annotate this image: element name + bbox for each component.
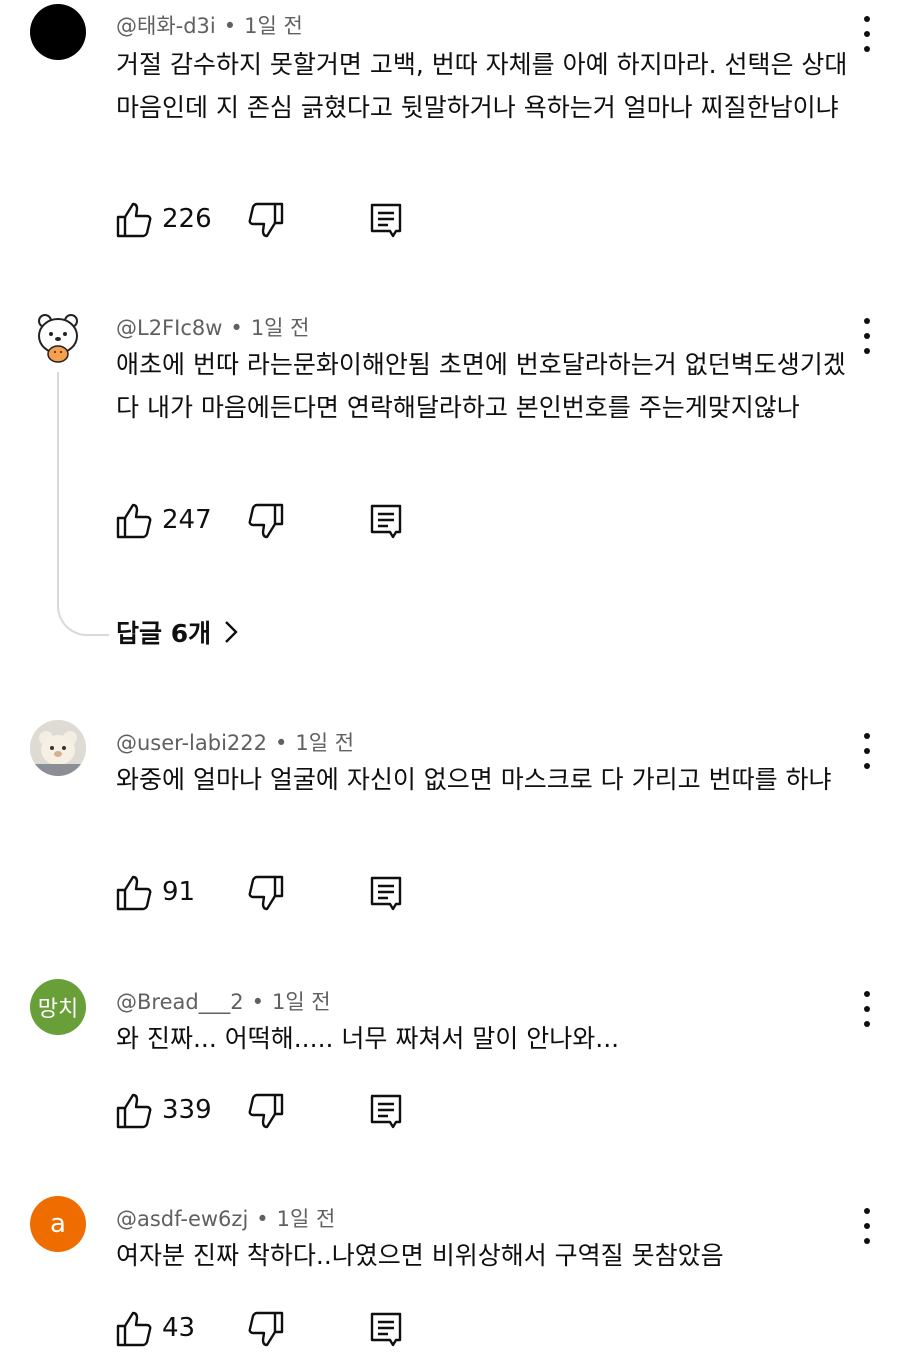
author-name[interactable]: @asdf-ew6zj — [116, 1207, 248, 1231]
like-count: 226 — [162, 204, 212, 234]
thumbs-up-icon[interactable] — [114, 1091, 154, 1131]
thumbs-down-icon[interactable] — [246, 873, 286, 913]
author-name[interactable]: @Bread___2 — [116, 990, 244, 1014]
thread-line — [57, 372, 109, 636]
separator-dot: • — [275, 731, 288, 755]
reply-icon[interactable] — [366, 501, 406, 541]
comment-text: 여자분 진짜 착하다..나였으면 비위상해서 구역질 못참았음 — [116, 1241, 724, 1270]
separator-dot: • — [230, 316, 243, 340]
reply-icon[interactable] — [366, 873, 406, 913]
reply-icon[interactable] — [366, 1309, 406, 1349]
more-vert-icon[interactable] — [856, 733, 878, 769]
comment-actions: 247 — [114, 501, 414, 541]
author-name[interactable]: @L2FIc8w — [116, 316, 222, 340]
chevron-right-icon — [225, 621, 238, 643]
comment-actions: 91 — [114, 873, 414, 913]
more-vert-icon[interactable] — [856, 318, 878, 354]
more-vert-icon[interactable] — [856, 16, 878, 52]
comment-text: 와중에 얼마나 얼굴에 자신이 없으면 마스크로 다 가리고 번따를 하냐 — [116, 765, 832, 794]
like-count: 247 — [162, 505, 212, 535]
plush-photo — [30, 720, 86, 776]
comment-text: 와 진짜... 어떡해..... 너무 짜쳐서 말이 안나와... — [116, 1024, 620, 1053]
thumbs-up-icon[interactable] — [114, 873, 154, 913]
thumbs-down-icon[interactable] — [246, 1309, 286, 1349]
like-count: 91 — [162, 877, 196, 907]
reply-icon[interactable] — [366, 200, 406, 240]
avatar-letter: a — [50, 1209, 66, 1239]
comment-meta: @user-labi222 • 1일 전 — [116, 727, 354, 757]
thumbs-up-icon[interactable] — [114, 200, 154, 240]
comment-text: 애초에 번따 라는문화이해안됨 초면에 번호달라하는거 없던벽도생기겠다 내가 … — [116, 350, 846, 422]
comment-meta: @L2FIc8w • 1일 전 — [116, 312, 310, 342]
replies-button[interactable]: 답글 6개 — [116, 614, 239, 650]
avatar[interactable]: 망치 — [30, 979, 86, 1035]
reply-icon[interactable] — [366, 1091, 406, 1131]
avatar[interactable] — [30, 720, 86, 776]
avatar-letter: 망치 — [37, 997, 79, 1022]
like-count: 43 — [162, 1313, 196, 1343]
comment-meta: @Bread___2 • 1일 전 — [116, 986, 331, 1016]
separator-dot: • — [251, 990, 264, 1014]
thumbs-down-icon[interactable] — [246, 1091, 286, 1131]
timestamp[interactable]: 1일 전 — [277, 1207, 336, 1231]
comment-meta: @asdf-ew6zj • 1일 전 — [116, 1203, 335, 1233]
more-vert-icon[interactable] — [856, 1208, 878, 1244]
like-count: 339 — [162, 1095, 212, 1125]
author-name[interactable]: @태화-d3i — [116, 14, 216, 38]
comment-text: 거절 감수하지 못할거면 고백, 번따 자체를 아예 하지마라. 선택은 상대 … — [116, 50, 848, 122]
thumbs-down-icon[interactable] — [246, 200, 286, 240]
comment-actions: 226 — [114, 200, 414, 240]
replies-label: 답글 6개 — [116, 619, 212, 648]
comment-meta: @태화-d3i • 1일 전 — [116, 10, 303, 40]
comment-actions: 43 — [114, 1309, 414, 1349]
timestamp[interactable]: 1일 전 — [244, 14, 303, 38]
timestamp[interactable]: 1일 전 — [272, 990, 331, 1014]
separator-dot: • — [256, 1207, 269, 1231]
comment-actions: 339 — [114, 1091, 414, 1131]
thumbs-down-icon[interactable] — [246, 501, 286, 541]
bear-icon — [38, 314, 78, 363]
author-name[interactable]: @user-labi222 — [116, 731, 267, 755]
timestamp[interactable]: 1일 전 — [295, 731, 354, 755]
avatar[interactable] — [30, 4, 86, 60]
more-vert-icon[interactable] — [856, 991, 878, 1027]
thumbs-up-icon[interactable] — [114, 1309, 154, 1349]
avatar[interactable]: a — [30, 1196, 86, 1252]
separator-dot: • — [223, 14, 237, 38]
thumbs-up-icon[interactable] — [114, 501, 154, 541]
avatar[interactable] — [30, 308, 86, 364]
timestamp[interactable]: 1일 전 — [251, 316, 310, 340]
